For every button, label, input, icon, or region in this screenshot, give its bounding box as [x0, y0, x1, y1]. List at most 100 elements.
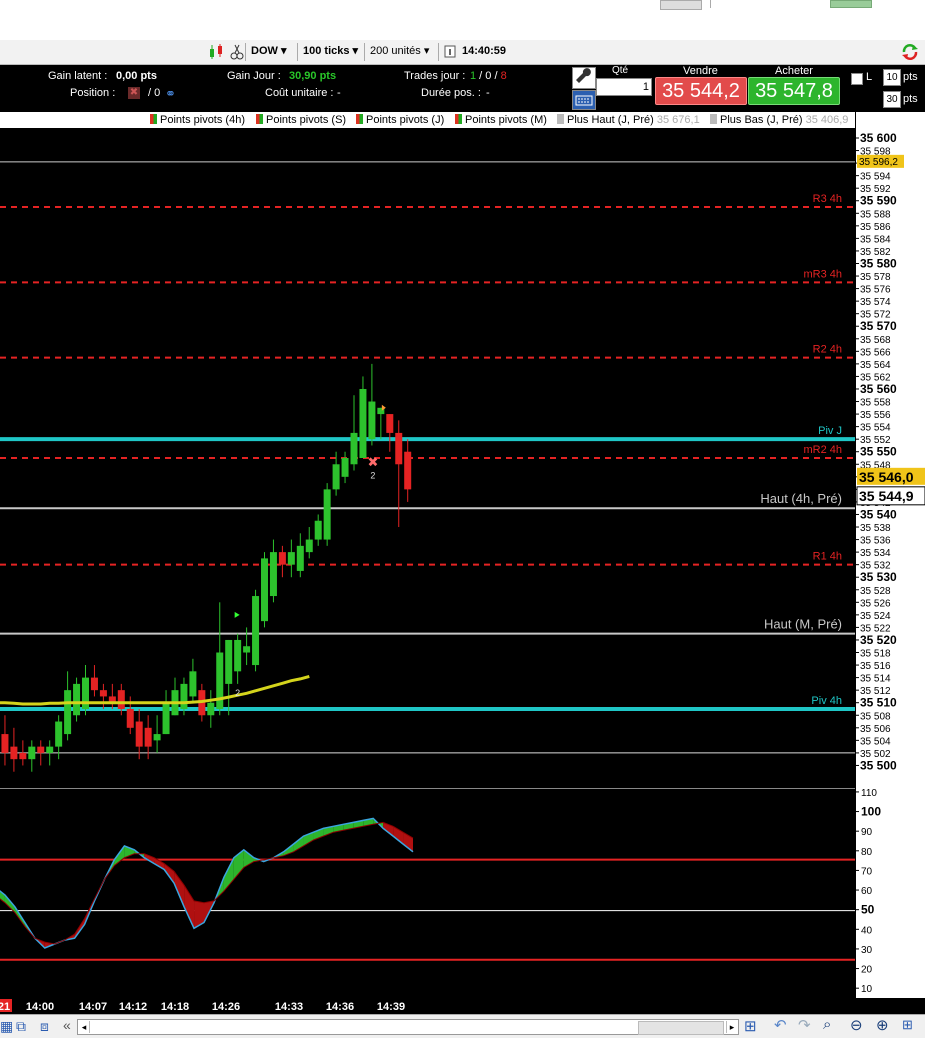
candle-body: [64, 690, 72, 735]
toolbar-divider: [364, 43, 365, 61]
candle-body: [189, 671, 197, 697]
oscillator-tick-label: 100: [861, 805, 881, 819]
price-tick-label: 35 514: [860, 674, 891, 685]
legend-label: Plus Haut (J, Pré): [567, 114, 654, 126]
price-tick-label: 35 504: [860, 736, 891, 747]
instrument-selector[interactable]: DOW ▾: [251, 43, 286, 60]
undo-icon[interactable]: ↶: [774, 1016, 787, 1034]
oscillator-chart-svg[interactable]: [0, 789, 855, 999]
window-tab-stub-green[interactable]: [830, 0, 872, 8]
price-tick-label: 35 594: [860, 172, 891, 183]
wrench-icon[interactable]: [572, 67, 596, 89]
legend-label: Points pivots (M): [465, 114, 547, 126]
zoom-fit-icon[interactable]: ⌕: [823, 1016, 831, 1033]
redo-icon[interactable]: ↷: [798, 1016, 811, 1034]
oscillator-tick-label: 30: [861, 945, 873, 956]
trades-jour-label: Trades jour :: [404, 70, 466, 82]
entry-marker-icon: [234, 611, 240, 618]
oscillator-axis[interactable]: 110 100 90 80 70 60 50 40 30 20 10: [855, 788, 925, 998]
dropdown-arrow-icon: ▾: [280, 45, 287, 57]
candle-body: [341, 458, 349, 477]
qty-input[interactable]: [596, 78, 652, 96]
chart-toolbar: DOW ▾ 100 ticks ▾ 200 unités ▾ 14:40:59: [0, 40, 925, 65]
price-tick-label: 35 564: [860, 360, 891, 371]
price-tick-label: 35 516: [860, 661, 891, 672]
candle-body: [350, 432, 358, 465]
legend-item-pivots-4h[interactable]: Points pivots (4h): [150, 113, 245, 127]
candle-body: [207, 702, 215, 716]
sell-button[interactable]: 35 544,2: [655, 77, 747, 105]
level-label: Piv 4h: [811, 695, 842, 707]
price-axis[interactable]: 35 60035 59835 59635 59435 59235 59035 5…: [855, 112, 925, 788]
keyboard-icon[interactable]: [572, 90, 596, 110]
trades-jour-value: 1 / 0 / 8: [470, 70, 507, 82]
legend-label: Points pivots (S): [266, 114, 347, 126]
time-tick-label: 21: [0, 1001, 10, 1013]
price-tick-label: 35 554: [860, 423, 891, 434]
zoom-in-icon[interactable]: ⊕: [876, 1016, 889, 1034]
scroll-right-arrow-icon[interactable]: ▸: [726, 1021, 737, 1033]
price-tick-label: 35 534: [860, 548, 891, 559]
window-top-strip: [0, 0, 925, 41]
grid-icon[interactable]: ▦: [0, 1018, 13, 1035]
target-pts-input[interactable]: 30: [883, 91, 901, 108]
candlestick-icon[interactable]: [208, 43, 226, 60]
legend-swatch: [150, 114, 157, 124]
dropdown-arrow-icon: ▾: [352, 45, 359, 57]
ticks-selector[interactable]: 100 ticks ▾: [303, 43, 358, 60]
left-arrow-icon[interactable]: «: [63, 1017, 71, 1033]
scrollbar-thumb[interactable]: [638, 1021, 724, 1035]
oscillator-chart[interactable]: [0, 788, 855, 999]
price-tick-label: 35 570: [860, 319, 897, 333]
cout-unitaire-value: -: [337, 87, 341, 99]
l-label: L: [866, 71, 873, 83]
horizontal-scrollbar[interactable]: ◂ ▸: [77, 1019, 739, 1035]
price-tick-label: 35 580: [860, 256, 897, 270]
units-selector[interactable]: 200 unités ▾: [370, 43, 429, 60]
candle-body: [19, 752, 27, 760]
buy-button[interactable]: 35 547,8: [748, 77, 840, 105]
legend-item-plus-haut[interactable]: Plus Haut (J, Pré) 35 676,1: [557, 113, 700, 127]
legend-item-plus-bas[interactable]: Plus Bas (J, Pré) 35 406,9: [710, 113, 848, 127]
time-axis[interactable]: 21 14:00 14:07 14:12 14:18 14:26 14:33 14:36 14:…: [0, 998, 855, 1014]
close-position-icon[interactable]: ✖: [128, 87, 140, 99]
refresh-icon[interactable]: [900, 42, 920, 60]
candle-body: [234, 639, 242, 672]
price-tick-label: 35 566: [860, 347, 891, 358]
candle-body: [117, 690, 125, 709]
checkbox-icon[interactable]: [851, 73, 863, 85]
legend-item-pivots-j[interactable]: Points pivots (J): [356, 113, 444, 127]
candle-body: [332, 464, 340, 490]
info-icon[interactable]: [444, 43, 456, 60]
candle-body: [28, 746, 36, 760]
price-tick-label: 35 568: [860, 335, 891, 346]
units-label: 200 unités: [370, 45, 421, 57]
legend-item-pivots-m[interactable]: Points pivots (M): [455, 113, 547, 127]
oscillator-tick-label: 50: [861, 903, 875, 917]
ticks-label: 100 ticks: [303, 45, 350, 57]
stop-pts-input[interactable]: 10: [883, 69, 901, 86]
price-chart-svg[interactable]: R3 4h mR3 4h R2 4h Piv J mR2 4h Haut (4h, Pré…: [0, 128, 855, 788]
oscillator-tick-label: 90: [861, 827, 873, 838]
arrows-icon[interactable]: ⧉: [16, 1018, 26, 1035]
scissors-icon[interactable]: [230, 43, 244, 60]
legend-item-pivots-s[interactable]: Points pivots (S): [256, 113, 346, 127]
calendar-icon[interactable]: ⊞: [744, 1017, 757, 1035]
candle-body: [314, 520, 322, 540]
window-tab-stub[interactable]: [660, 0, 702, 10]
last-bid-label: 35 544,9: [859, 488, 914, 504]
price-chart[interactable]: R3 4h mR3 4h R2 4h Piv J mR2 4h Haut (4h, Pré…: [0, 128, 855, 788]
legend-swatch: [256, 114, 263, 124]
magnifier-icon[interactable]: ⊞: [902, 1017, 913, 1033]
scroll-left-arrow-icon[interactable]: ◂: [79, 1021, 90, 1033]
scroll-fast-icon[interactable]: ⧈: [40, 1018, 49, 1035]
level-label: Piv J: [818, 425, 842, 437]
time-tick-label: 14:00: [26, 1001, 54, 1013]
candle-body: [162, 702, 170, 735]
link-icon[interactable]: ⚭: [165, 86, 176, 102]
legend-label: Points pivots (4h): [160, 114, 245, 126]
zoom-out-icon[interactable]: ⊖: [850, 1016, 863, 1034]
qty-label: Qté: [612, 65, 629, 76]
price-tick-label: 35 540: [860, 507, 897, 521]
legend-swatch: [356, 114, 363, 124]
